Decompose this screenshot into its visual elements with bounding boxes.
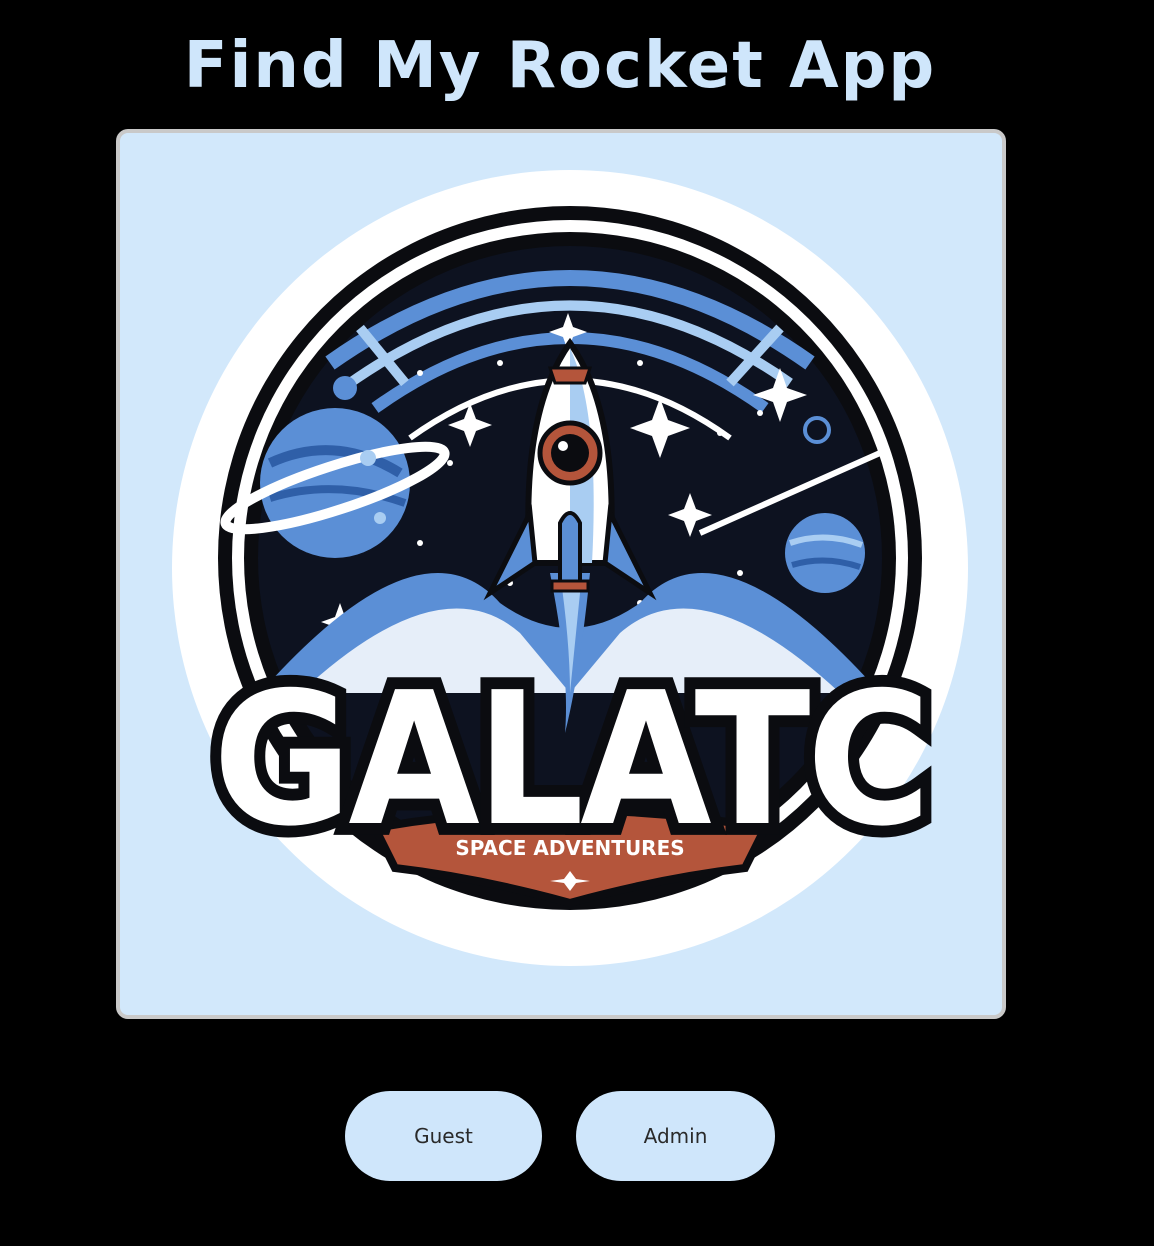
login-page: Find My Rocket App SPACE ADVENTURES GALA… <box>0 0 1154 1246</box>
page-title: Find My Rocket App <box>183 29 937 103</box>
guest-login-button[interactable]: Guest <box>345 1091 542 1181</box>
logo-wordmark: GALATC <box>213 653 927 867</box>
logo-card: SPACE ADVENTURES GALATC <box>116 129 1006 1019</box>
admin-login-button[interactable]: Admin <box>576 1091 775 1181</box>
galatc-logo-image: SPACE ADVENTURES GALATC <box>172 170 968 966</box>
